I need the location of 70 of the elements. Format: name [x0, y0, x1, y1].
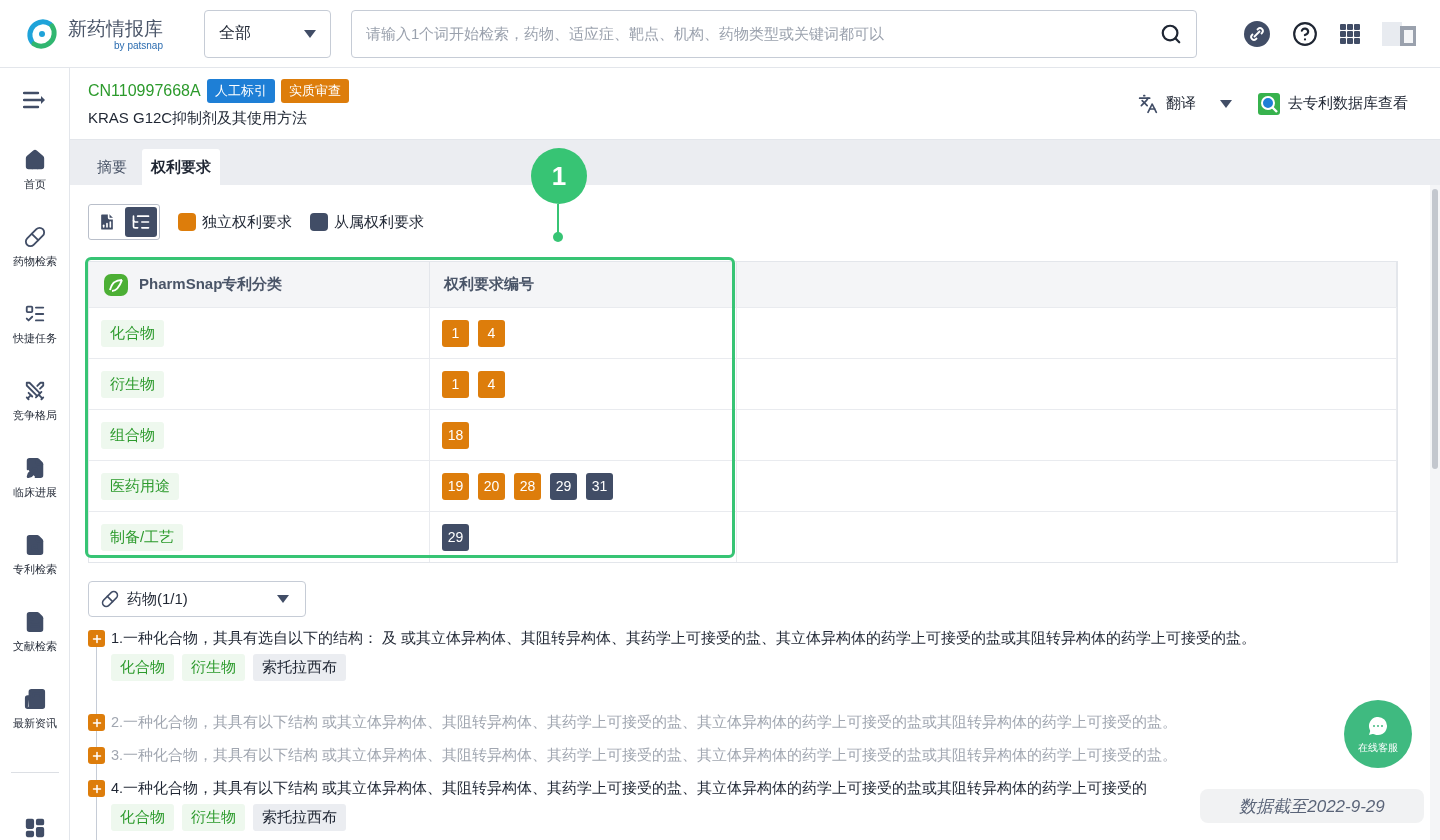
category-tag: 化合物 [101, 319, 164, 347]
sidebar-item[interactable]: 快捷任务 [12, 286, 57, 363]
swords-icon [23, 380, 46, 402]
patent-title: KRAS G12C抑制剂及其使用方法 [88, 109, 309, 128]
category-tag: 衍生物 [182, 654, 245, 681]
category-tag: 组合物 [101, 421, 164, 449]
leaf-logo-icon [103, 272, 129, 297]
tab[interactable]: 权利要求 [142, 149, 220, 185]
patent-database-link[interactable]: 去专利数据库查看 [1258, 92, 1408, 115]
category-tag: 化合物 [111, 654, 174, 681]
legend-label: 从属权利要求 [334, 212, 424, 232]
legend-label: 独立权利要求 [202, 212, 292, 232]
patent-number: CN110997668A [88, 82, 201, 100]
scrollbar-thumb[interactable] [1432, 189, 1438, 469]
column-header: PharmSnap专利分类 [89, 262, 430, 307]
sidebar-item[interactable]: 文献检索 [12, 594, 57, 671]
link-icon[interactable] [1244, 20, 1270, 47]
app-title: 新药情报库 [68, 17, 163, 41]
category-tag: 衍生物 [101, 370, 164, 398]
category-tag: 衍生物 [182, 804, 245, 831]
avatar-icon[interactable] [1382, 19, 1416, 48]
column-header: 权利要求编号 [430, 262, 737, 307]
dashboard-icon[interactable] [23, 817, 46, 839]
category-tag: 医药用途 [101, 472, 179, 500]
status-badge: 实质审查 [280, 79, 349, 103]
leader-dot [553, 232, 563, 242]
claim-number[interactable]: 29 [442, 523, 469, 551]
caret-icon [304, 29, 316, 38]
leader-line [557, 204, 559, 235]
magnifier-icon [1258, 92, 1280, 115]
menu-icon[interactable] [22, 91, 47, 109]
claim-text: 2.一种化合物，其具有以下结构 或其立体异构体、其阻转异构体、其药学上可接受的盐、其立体异构体的药学上可接受的盐或其阻转异构体的药学上可接受的盐。 [111, 713, 1178, 732]
sidebar-item[interactable]: 临床进展 [12, 440, 57, 517]
tab[interactable]: 摘要 [88, 149, 136, 185]
expand-button[interactable] [88, 747, 105, 764]
sidebar-item[interactable]: 最新资讯 [12, 671, 57, 748]
apps-grid-icon[interactable] [1340, 23, 1360, 44]
drug-tag: 索托拉西布 [253, 654, 346, 681]
search-icon[interactable] [1160, 22, 1182, 45]
claim-text: 3.一种化合物，其具有以下结构 或其立体异构体、其阻转异构体、其药学上可接受的盐、其立体异构体的药学上可接受的盐或其阻转异构体的药学上可接受的盐。 [111, 746, 1178, 765]
status-badge: 人工标引 [206, 79, 275, 103]
claim-text: 1.一种化合物，其具有选自以下的结构： 及 或其立体异构体、其阻转异构体、其药学上可接受的盐、其立体异构体的药学上可接受的盐或其阻转异构体的药学上可接受的盐。 [111, 629, 1257, 648]
sidebar-item[interactable]: 竞争格局 [12, 363, 57, 440]
category-tag: 制备/工艺 [101, 523, 184, 551]
expand-button[interactable] [88, 780, 105, 797]
claim-number[interactable]: 31 [586, 472, 613, 500]
translate-icon [1138, 93, 1158, 114]
drug-filter-select[interactable]: 药物(1/1) [88, 581, 306, 617]
data-date-note: 数据截至2022-9-29 [1200, 789, 1424, 823]
sidebar-item[interactable]: 首页 [23, 132, 46, 209]
pill-icon [101, 590, 119, 608]
expand-button[interactable] [88, 630, 105, 647]
expand-button[interactable] [88, 714, 105, 731]
claim-number[interactable]: 29 [550, 472, 577, 500]
drug-tag: 索托拉西布 [253, 804, 346, 831]
sidebar-item[interactable]: 药物检索 [12, 209, 57, 286]
tree-view-button[interactable] [125, 207, 157, 237]
search-field[interactable]: 请输入1个词开始检索，药物、适应症、靶点、机构、药物类型或关键词都可以 [351, 9, 1197, 58]
sidebar-item[interactable]: 专利检索 [12, 517, 57, 594]
home-icon [23, 149, 46, 171]
pill-icon [23, 226, 46, 248]
help-icon[interactable] [1292, 20, 1318, 47]
scope-select[interactable]: 全部 [204, 9, 331, 58]
tree-list-icon [131, 212, 151, 232]
claim-text: 4.一种化合物，其具有以下结构 或其立体异构体、其阻转异构体、其药学上可接受的盐、其立体异构体的药学上可接受的盐或其阻转异构体的药学上可接受的 [111, 779, 1148, 798]
category-tag: 化合物 [111, 804, 174, 831]
caret-icon [277, 595, 289, 603]
caret-icon [1220, 99, 1232, 108]
translate-dropdown[interactable]: 翻译 [1138, 93, 1232, 114]
app-byline: by patsnap [114, 40, 163, 51]
